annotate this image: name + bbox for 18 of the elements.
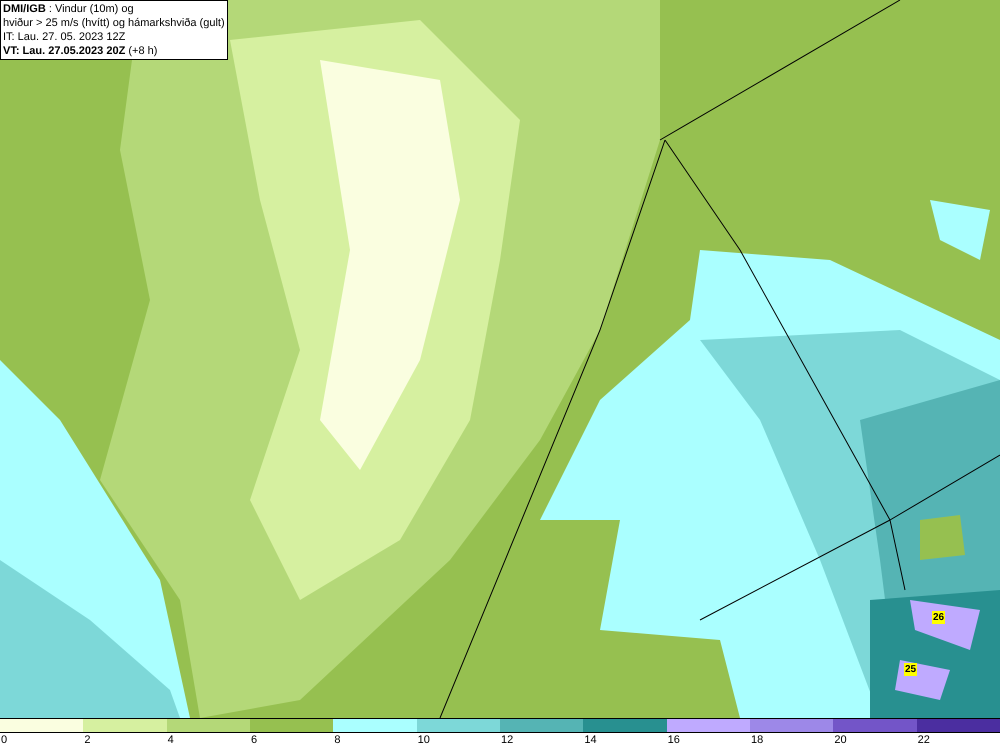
scale-label: 2 [84, 733, 90, 747]
scale-label: 22 [918, 733, 930, 747]
scale-label: 0 [1, 733, 8, 747]
gust-value-label: 26 [932, 611, 946, 624]
header-line: hviður > 25 m/s (hvítt) og hámarkshviða (gult) [3, 16, 225, 30]
scale-label: 16 [668, 733, 680, 747]
header-line: IT: Lau. 27. 05. 2023 12Z [3, 30, 126, 44]
scale-label: 18 [751, 733, 764, 747]
scale-label: 4 [168, 733, 174, 747]
scale-label: 6 [251, 733, 258, 747]
scale-label: 12 [501, 733, 514, 747]
header-line: VT: Lau. 27.05.2023 20Z (+8 h) [3, 44, 158, 58]
scale-label: 10 [418, 733, 430, 747]
scale-label: 20 [834, 733, 847, 747]
scale-label: 14 [584, 733, 597, 747]
header-line: DMI/IGB : Vindur (10m) og [3, 2, 135, 16]
gust-value-label: 25 [904, 663, 918, 676]
scale-label: 8 [334, 733, 340, 747]
